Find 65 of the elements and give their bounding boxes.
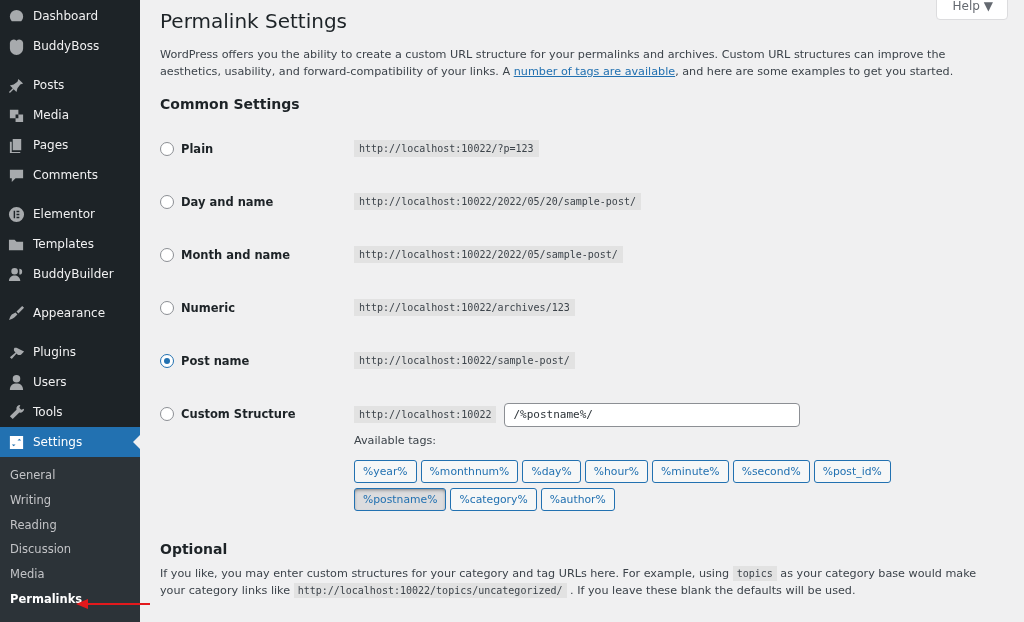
tag-button[interactable]: %year%: [354, 459, 417, 483]
option-label: Plain: [181, 141, 214, 156]
radio-button[interactable]: [160, 406, 174, 421]
section-heading: Optional: [160, 540, 229, 557]
tag-button[interactable]: %second%: [732, 459, 810, 483]
tag-button[interactable]: %day%: [522, 459, 581, 483]
menu-icon: [8, 373, 25, 391]
submenu-item[interactable]: Permalinks: [0, 587, 140, 612]
radio-button[interactable]: [160, 247, 174, 262]
menu-icon: [8, 37, 25, 55]
url-example: http://localhost:10022/2022/05/sample-post/: [354, 245, 623, 263]
help-button[interactable]: Help ▼: [935, 0, 1008, 20]
url-example: http://localhost:10022/2022/05/20/sample-post/: [354, 192, 641, 210]
current-notch: [133, 435, 140, 449]
page-title: Permalink Settings: [160, 9, 348, 33]
url-example: http://localhost:10022/archives/123: [354, 298, 575, 316]
url-prefix: http://localhost:10022: [354, 406, 497, 424]
menu-item[interactable]: Appearance: [0, 298, 140, 328]
menu-item[interactable]: Settings: [0, 427, 140, 457]
radio-button[interactable]: [160, 353, 174, 368]
menu-item[interactable]: Users: [0, 367, 140, 397]
menu-item[interactable]: Elementor: [0, 199, 140, 229]
url-example: http://localhost:10022/sample-post/: [354, 351, 575, 369]
menu-icon: [8, 403, 25, 421]
option-label: Custom Structure: [181, 406, 296, 421]
optional-paragraph: If you like, you may enter custom structures for your category and tag URLs here. For example, using topics as your category base would make your category links like http://localhost:10022/topics/uncategorized/ . If you leave these blank the defaults will be used.: [160, 564, 978, 600]
menu-item[interactable]: Dashboard: [0, 1, 140, 31]
menu-icon: [8, 205, 25, 223]
menu-item[interactable]: Templates: [0, 229, 140, 259]
intro-paragraph: WordPress offers you the ability to create a custom URL structure for your permalinks and archives. Custom URL structures can improve the aesthetics, usability, and forward-compatibility of your links. A number of tags are available, and here are some examples to get you started.: [160, 47, 955, 81]
submenu-item[interactable]: Reading: [0, 512, 140, 538]
radio-button[interactable]: [160, 194, 174, 209]
menu-icon: [8, 265, 25, 283]
submenu-item[interactable]: General: [0, 463, 140, 488]
menu-item[interactable]: BuddyBoss: [0, 31, 140, 61]
submenu-item[interactable]: Media: [0, 562, 140, 587]
tag-button[interactable]: %postname%: [354, 487, 447, 511]
option-label: Numeric: [181, 300, 236, 315]
menu-item[interactable]: Plugins: [0, 337, 140, 367]
menu-item[interactable]: Comments: [0, 160, 140, 190]
menu-item[interactable]: BuddyBuilder: [0, 259, 140, 289]
radio-button[interactable]: [160, 141, 174, 156]
option-label: Month and name: [181, 247, 291, 262]
tag-button[interactable]: %hour%: [584, 459, 648, 483]
tag-button[interactable]: %minute%: [652, 459, 729, 483]
radio-button[interactable]: [160, 300, 174, 315]
submenu-item[interactable]: Writing: [0, 487, 140, 513]
menu-icon: [8, 304, 25, 322]
structure-input[interactable]: /%postname%/: [504, 402, 801, 427]
section-heading: Common Settings: [160, 95, 301, 112]
menu-item[interactable]: Media: [0, 100, 140, 130]
menu-item[interactable]: Tools: [0, 397, 140, 427]
menu-item[interactable]: Pages: [0, 130, 140, 160]
submenu-item[interactable]: Discussion: [0, 537, 140, 563]
tag-button[interactable]: %post_id%: [813, 459, 891, 483]
tag-button[interactable]: %monthnum%: [420, 459, 519, 483]
tag-button[interactable]: %category%: [450, 487, 537, 511]
available-tags-label: Available tags:: [354, 433, 438, 447]
option-label: Day and name: [181, 194, 274, 209]
menu-icon: [8, 76, 25, 94]
tag-button[interactable]: %author%: [540, 487, 615, 511]
url-example: http://localhost:10022/?p=123: [354, 139, 539, 157]
menu-icon: [8, 433, 25, 451]
option-label: Post name: [181, 353, 250, 368]
menu-item[interactable]: Posts: [0, 70, 140, 100]
